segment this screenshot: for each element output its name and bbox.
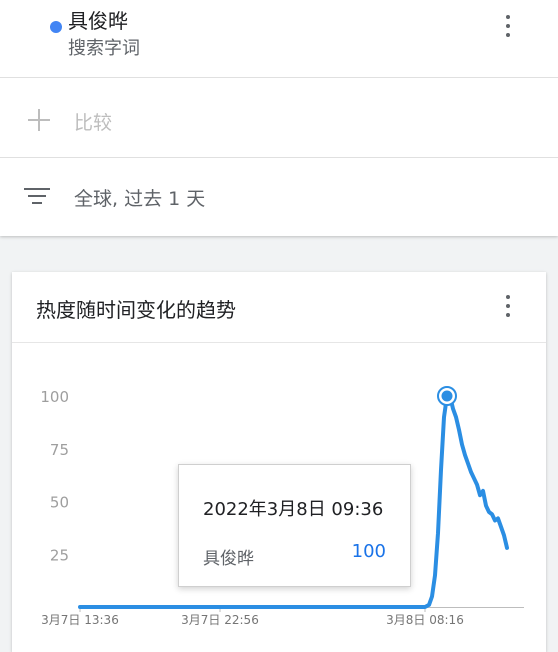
data-point <box>491 513 493 515</box>
data-point <box>500 526 502 528</box>
data-point <box>440 469 442 471</box>
y-tick-label: 75 <box>50 441 69 459</box>
data-point <box>452 407 454 410</box>
data-point <box>467 462 469 465</box>
x-tick-label: 3月7日 22:56 <box>181 613 259 627</box>
data-point <box>431 595 433 598</box>
data-point <box>461 443 463 446</box>
data-point <box>437 532 439 534</box>
data-point <box>424 606 426 608</box>
data-point <box>79 606 81 608</box>
y-tick-label: 50 <box>50 494 69 512</box>
data-point <box>219 606 221 608</box>
data-point <box>428 604 430 606</box>
data-point <box>485 504 487 507</box>
data-point <box>473 477 475 480</box>
tooltip-value: 100 <box>351 541 386 562</box>
x-tick-label: 3月8日 08:16 <box>386 613 464 627</box>
data-point <box>458 428 460 431</box>
data-point <box>482 490 484 492</box>
data-point <box>149 606 151 608</box>
data-point <box>503 534 505 537</box>
data-point <box>479 494 481 496</box>
x-tick-label: 3月7日 13:36 <box>41 613 119 627</box>
data-point <box>506 547 508 549</box>
data-point <box>289 606 291 608</box>
chart-tooltip: 2022年3月8日 09:36 具俊晔 100 <box>178 464 411 587</box>
data-point <box>464 454 466 456</box>
data-point <box>470 471 472 473</box>
tooltip-date: 2022年3月8日 09:36 <box>203 499 384 520</box>
tooltip-term: 具俊晔 <box>203 549 254 569</box>
data-point <box>497 517 499 520</box>
highlight-marker <box>441 390 453 402</box>
data-point <box>359 606 361 608</box>
data-point <box>476 483 478 486</box>
data-point <box>488 511 490 513</box>
y-tick-label: 25 <box>50 546 69 564</box>
y-tick-label: 100 <box>40 388 69 406</box>
data-point <box>434 574 436 577</box>
data-point <box>443 416 445 418</box>
data-point <box>455 416 457 418</box>
data-point <box>494 519 496 522</box>
